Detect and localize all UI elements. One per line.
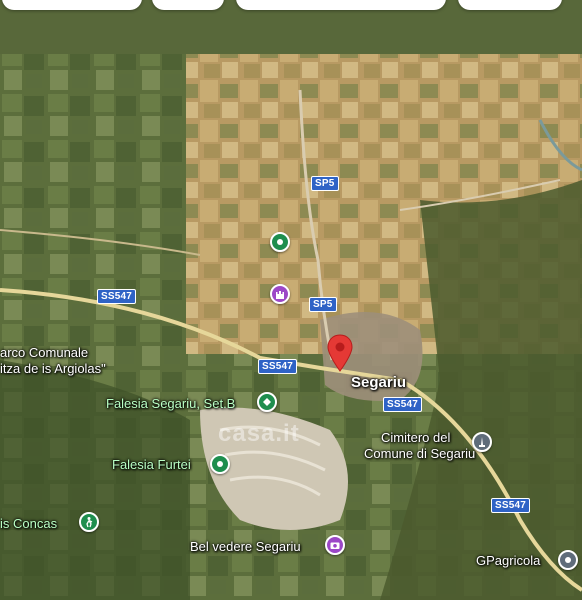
road-label-ss547: SS547 [383,397,423,412]
gray-pin-icon[interactable] [558,550,578,570]
road-label-ss547: SS547 [491,498,531,513]
green-climbing-icon[interactable] [257,392,277,412]
town-label-segariu[interactable]: Segariu [351,375,406,390]
road-label-ss547: SS547 [258,359,298,374]
place-label-falesia-setb[interactable]: Falesia Segariu, Set.B [106,396,235,411]
filter-chip[interactable] [152,0,224,10]
green-hiking-icon[interactable] [79,512,99,532]
place-label-cimitero-line2[interactable]: Comune di Segariu [364,446,475,461]
options-chip[interactable] [458,0,562,10]
green-place-icon[interactable] [270,232,290,252]
place-label-parco-line2: itza de is Argiolas" [0,361,106,376]
place-label-gpagricola[interactable]: GPagricola [476,553,540,568]
green-place-icon[interactable] [210,454,230,474]
place-label-belvedere[interactable]: Bel vedere Segariu [190,539,301,554]
red-location-pin-icon[interactable] [326,334,354,372]
category-chip[interactable] [236,0,446,10]
purple-castle-icon[interactable] [270,284,290,304]
place-label-cimitero-line1[interactable]: Cimitero del [381,430,450,445]
road-label-sp5: SP5 [311,176,339,191]
road-label-ss547: SS547 [97,289,137,304]
place-label-concas[interactable]: is Concas [0,516,57,531]
place-label-falesia-furtei[interactable]: Falesia Furtei [112,457,191,472]
search-chip[interactable] [2,0,142,10]
place-label-parco-line1: arco Comunale [0,345,89,360]
road-label-sp5: SP5 [309,297,337,312]
watermark: casa.it [218,420,300,447]
purple-camera-icon[interactable] [325,535,345,555]
